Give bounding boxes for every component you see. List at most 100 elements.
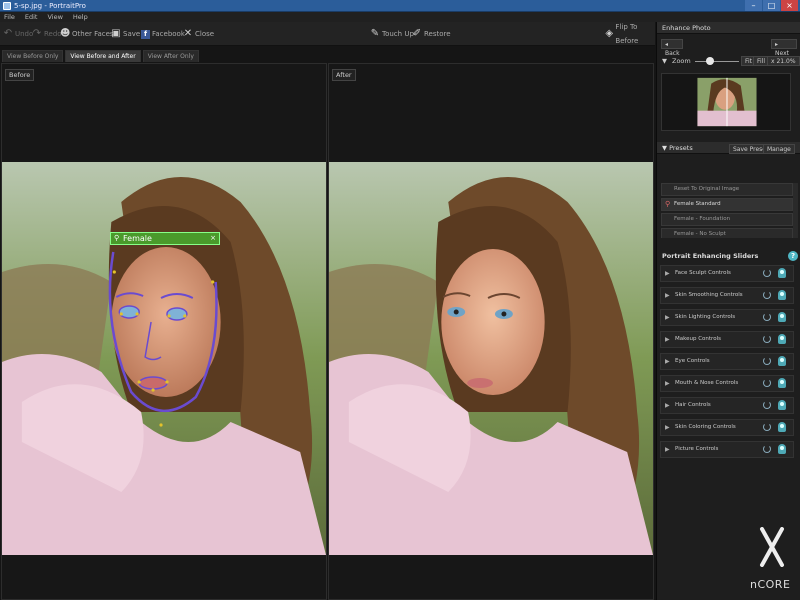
visibility-icon[interactable]	[778, 422, 786, 432]
preset-item[interactable]: ⚲ Female Standard	[661, 198, 793, 211]
preset-item[interactable]: Reset To Original Image	[661, 183, 793, 196]
maximize-button[interactable]: □	[763, 0, 780, 11]
menu-file[interactable]: File	[4, 12, 15, 22]
undo-button[interactable]: ↶ Undo	[3, 27, 34, 41]
slider-group-item[interactable]: ▶ Face Sculpt Controls	[660, 265, 794, 282]
redo-button[interactable]: ↷ Redo	[32, 27, 62, 41]
back-button[interactable]: ◂ Back	[661, 39, 683, 57]
zoom-slider-knob[interactable]	[706, 57, 715, 65]
undo-icon: ↶	[3, 28, 13, 39]
face-tag-close-icon[interactable]: ×	[210, 233, 216, 244]
reset-icon[interactable]	[763, 313, 771, 321]
preset-item[interactable]: Female - No Sculpt	[661, 228, 793, 238]
zoom-slider[interactable]	[695, 61, 739, 62]
slider-group-label: Mouth & Nose Controls	[675, 380, 739, 386]
tab-view-after-only[interactable]: View After Only	[142, 50, 199, 62]
preset-label: Female - Foundation	[674, 216, 731, 222]
collapse-arrow-icon[interactable]: ▼	[662, 55, 667, 67]
slider-group-item[interactable]: ▶ Picture Controls	[660, 441, 794, 458]
before-photo[interactable]: ⚲ Female ×	[2, 162, 326, 555]
before-label: Before	[5, 69, 35, 81]
menu-bar: File Edit View Help	[0, 12, 800, 22]
save-button[interactable]: ▣ Save	[111, 27, 140, 41]
presets-title: Presets	[669, 144, 693, 152]
slider-group-item[interactable]: ▶ Mouth & Nose Controls	[660, 375, 794, 392]
tab-view-before-only[interactable]: View Before Only	[2, 50, 64, 62]
touch-up-button[interactable]: ✎ Touch Up	[370, 27, 414, 41]
preset-label: Reset To Original Image	[674, 186, 740, 192]
facebook-button[interactable]: f Facebook	[141, 27, 185, 41]
tab-view-before-and-after[interactable]: View Before and After	[65, 50, 141, 62]
visibility-icon[interactable]	[778, 312, 786, 322]
slider-group-label: Skin Lighting Controls	[675, 314, 736, 320]
expand-arrow-icon[interactable]: ▶	[665, 266, 670, 281]
expand-arrow-icon[interactable]: ▶	[665, 442, 670, 457]
close-icon: ✕	[183, 28, 193, 39]
reset-icon[interactable]	[763, 423, 771, 431]
close-window-button[interactable]: ×	[781, 0, 798, 11]
reset-icon[interactable]	[763, 291, 771, 299]
close-image-button[interactable]: ✕ Close	[183, 27, 214, 41]
after-photo[interactable]	[329, 162, 653, 555]
menu-edit[interactable]: Edit	[25, 12, 38, 22]
slider-group-item[interactable]: ▶ Eye Controls	[660, 353, 794, 370]
visibility-icon[interactable]	[778, 356, 786, 366]
visibility-icon[interactable]	[778, 400, 786, 410]
preset-label: Female Standard	[674, 201, 721, 207]
slider-group-label: Makeup Controls	[675, 336, 721, 342]
visibility-icon[interactable]	[778, 268, 786, 278]
slider-group-item[interactable]: ▶ Skin Smoothing Controls	[660, 287, 794, 304]
expand-arrow-icon[interactable]: ▶	[665, 354, 670, 369]
reset-icon[interactable]	[763, 335, 771, 343]
view-mode-tabs: View Before Only View Before and After V…	[0, 50, 199, 62]
slider-group-item[interactable]: ▶ Skin Lighting Controls	[660, 309, 794, 326]
sliders-title: Portrait Enhancing Sliders	[662, 252, 759, 260]
other-faces-button[interactable]: ☻ Other Faces	[60, 27, 114, 41]
ncore-logo-icon	[760, 527, 784, 567]
app-icon	[3, 2, 11, 10]
visibility-icon[interactable]	[778, 378, 786, 388]
restore-button[interactable]: ✐ Restore	[412, 27, 451, 41]
slider-group-item[interactable]: ▶ Makeup Controls	[660, 331, 794, 348]
expand-arrow-icon[interactable]: ▶	[665, 376, 670, 391]
visibility-icon[interactable]	[778, 334, 786, 344]
presets-list: Reset To Original Image ⚲ Female Standard F…	[661, 183, 793, 238]
next-button[interactable]: ▸ Next	[771, 39, 797, 57]
presets-scrollbar[interactable]	[793, 183, 798, 238]
flip-icon: ◈	[605, 28, 614, 39]
preset-label: Female - No Sculpt	[674, 231, 726, 237]
minimize-button[interactable]: –	[745, 0, 762, 11]
preset-item[interactable]: Female - Foundation	[661, 213, 793, 226]
face-tag[interactable]: ⚲ Female ×	[110, 232, 220, 245]
menu-view[interactable]: View	[47, 12, 62, 22]
visibility-icon[interactable]	[778, 444, 786, 454]
visibility-icon[interactable]	[778, 290, 786, 300]
expand-arrow-icon[interactable]: ▶	[665, 398, 670, 413]
reset-icon[interactable]	[763, 379, 771, 387]
expand-arrow-icon[interactable]: ▶	[665, 332, 670, 347]
slider-group-item[interactable]: ▶ Hair Controls	[660, 397, 794, 414]
reset-icon[interactable]	[763, 357, 771, 365]
location-pin-icon: ⚲	[114, 234, 120, 242]
manage-presets-button[interactable]: Manage	[763, 144, 795, 154]
after-pane[interactable]: After	[328, 63, 654, 600]
before-pane[interactable]: Before ⚲ Female ×	[1, 63, 327, 600]
portrait-before-image	[2, 162, 326, 555]
help-icon[interactable]: ?	[788, 251, 798, 261]
slider-group-label: Eye Controls	[675, 358, 710, 364]
expand-arrow-icon[interactable]: ▶	[665, 420, 670, 435]
reset-icon[interactable]	[763, 269, 771, 277]
restore-brush-icon: ✐	[412, 28, 422, 39]
reset-icon[interactable]	[763, 445, 771, 453]
slider-group-item[interactable]: ▶ Skin Coloring Controls	[660, 419, 794, 436]
side-panel: Enhance Photo ◂ Back ▸ Next ▼ Zoom Fit F…	[656, 22, 800, 600]
location-pin-icon: ⚲	[665, 200, 671, 208]
slider-group-label: Skin Coloring Controls	[675, 424, 736, 430]
reset-icon[interactable]	[763, 401, 771, 409]
faces-icon: ☻	[60, 28, 71, 39]
expand-arrow-icon[interactable]: ▶	[665, 288, 670, 303]
flip-to-before-button[interactable]: ◈ Flip To Before	[605, 23, 655, 45]
expand-arrow-icon[interactable]: ▶	[665, 310, 670, 325]
navigator-thumbnail[interactable]	[661, 73, 791, 131]
menu-help[interactable]: Help	[73, 12, 88, 22]
